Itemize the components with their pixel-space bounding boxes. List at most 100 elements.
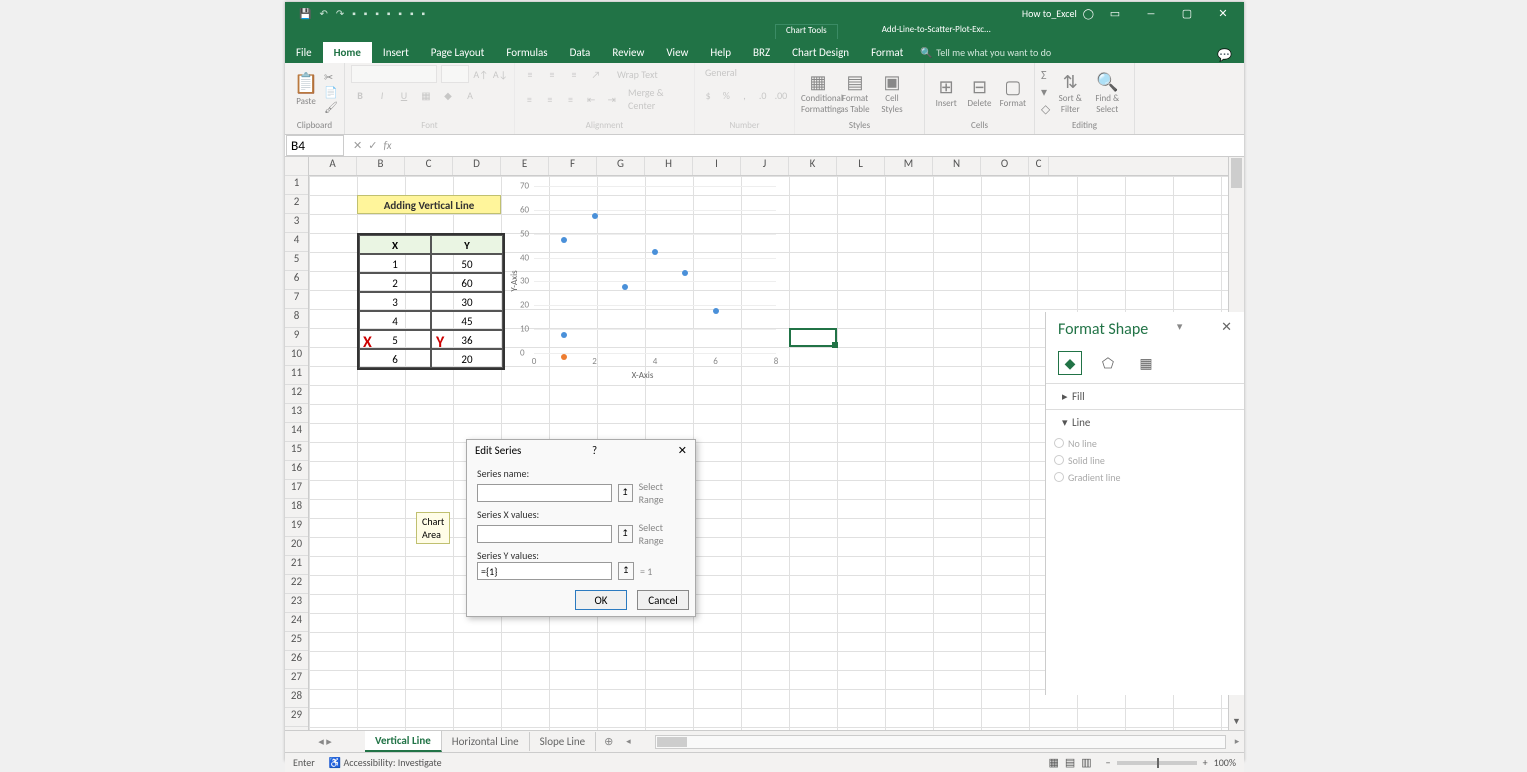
series-x-range-icon[interactable]: ↥	[618, 525, 633, 543]
tab-review[interactable]: Review	[601, 42, 655, 63]
data-point[interactable]	[622, 284, 628, 290]
indent-dec-icon[interactable]: ⇤	[583, 90, 600, 108]
scroll-down-icon[interactable]: ▼	[1229, 716, 1244, 730]
row-header[interactable]: 9	[285, 328, 308, 347]
row-header[interactable]: 25	[285, 632, 308, 651]
font-name-combo[interactable]	[351, 65, 437, 83]
row-header[interactable]: 6	[285, 271, 308, 290]
user-avatar-icon[interactable]: ◯	[1083, 7, 1094, 20]
row-header[interactable]: 20	[285, 537, 308, 556]
number-format-combo[interactable]: General	[701, 65, 788, 83]
series-y-input[interactable]	[477, 562, 612, 580]
align-center-icon[interactable]: ≡	[542, 90, 559, 108]
italic-icon[interactable]: I	[373, 86, 391, 104]
border-icon[interactable]: ▦	[417, 86, 435, 104]
series-name-range-icon[interactable]: ↥	[618, 484, 633, 502]
increase-font-icon[interactable]: A↑	[473, 65, 488, 83]
bold-icon[interactable]: B	[351, 86, 369, 104]
tab-formulas[interactable]: Formulas	[495, 42, 558, 63]
table-cell[interactable]: 3	[359, 292, 431, 311]
tab-home[interactable]: Home	[323, 42, 372, 63]
size-props-tab-icon[interactable]: ▦	[1134, 351, 1158, 375]
row-header[interactable]: 27	[285, 670, 308, 689]
row-header[interactable]: 21	[285, 556, 308, 575]
fill-icon[interactable]: ▾	[1041, 85, 1050, 100]
new-sheet-icon[interactable]: ⊕	[596, 732, 621, 751]
row-header[interactable]: 11	[285, 366, 308, 385]
row-header[interactable]: 2	[285, 195, 308, 214]
data-point[interactable]	[682, 270, 688, 276]
plot-area[interactable]	[534, 186, 776, 353]
radio-solid-line[interactable]: Solid line	[1046, 452, 1244, 469]
qat-icon[interactable]: ▪	[375, 7, 379, 20]
tab-data[interactable]: Data	[559, 42, 602, 63]
data-point[interactable]	[713, 308, 719, 314]
qat-icon[interactable]: ▪	[410, 7, 414, 20]
fill-section[interactable]: ▸Fill	[1046, 383, 1244, 409]
scroll-thumb[interactable]	[1231, 158, 1242, 188]
row-header[interactable]: 29	[285, 708, 308, 727]
underline-icon[interactable]: U	[395, 86, 413, 104]
scatter-chart[interactable]: Y-Axis X-Axis 01020304050607002468	[504, 181, 781, 381]
cancel-button[interactable]: Cancel	[637, 590, 689, 610]
row-header[interactable]: 24	[285, 613, 308, 632]
row-header[interactable]: 5	[285, 252, 308, 271]
row-header[interactable]: 8	[285, 309, 308, 328]
fill-color-icon[interactable]: ◆	[439, 86, 457, 104]
row-header[interactable]: 18	[285, 499, 308, 518]
tell-me-search[interactable]: Tell me what you want to do	[914, 42, 1062, 63]
tab-format[interactable]: Format	[860, 42, 914, 63]
ok-button[interactable]: OK	[575, 590, 627, 610]
dialog-help-icon[interactable]: ?	[592, 444, 597, 457]
formula-bar[interactable]	[398, 137, 1244, 155]
row-header[interactable]: 14	[285, 423, 308, 442]
row-header[interactable]: 1	[285, 176, 308, 195]
row-header[interactable]: 13	[285, 404, 308, 423]
radio-gradient-line[interactable]: Gradient line	[1046, 469, 1244, 486]
row-header[interactable]: 17	[285, 480, 308, 499]
line-section[interactable]: ▾Line	[1046, 409, 1244, 435]
row-header[interactable]: 19	[285, 518, 308, 537]
orientation-icon[interactable]: ↗	[587, 65, 605, 83]
dialog-close-icon[interactable]: ✕	[678, 444, 687, 457]
inc-decimal-icon[interactable]: .0	[756, 86, 770, 104]
hscroll-thumb[interactable]	[657, 737, 687, 747]
table-header-y[interactable]: Y	[431, 235, 503, 254]
fill-handle[interactable]	[832, 342, 838, 348]
cell-styles-button[interactable]: ▣Cell Styles	[875, 71, 909, 115]
table-cell[interactable]: 30	[431, 292, 503, 311]
comments-icon[interactable]: 💬	[1217, 48, 1244, 63]
qat-icon[interactable]: ▪	[422, 7, 426, 20]
dec-decimal-icon[interactable]: .00	[774, 86, 788, 104]
autosum-icon[interactable]: Σ	[1041, 69, 1050, 83]
table-cell[interactable]: 4	[359, 311, 431, 330]
font-size-combo[interactable]	[441, 65, 469, 83]
row-header[interactable]: 15	[285, 442, 308, 461]
paste-button[interactable]: Paste	[291, 71, 321, 115]
sheet-tab-vertical-line[interactable]: Vertical Line	[365, 731, 442, 752]
currency-icon[interactable]: $	[701, 86, 715, 104]
format-as-table-button[interactable]: ▤Format as Table	[838, 71, 872, 115]
row-header[interactable]: 22	[285, 575, 308, 594]
indent-inc-icon[interactable]: ⇥	[603, 90, 620, 108]
close-icon[interactable]: ✕	[1208, 7, 1238, 20]
row-header[interactable]: 3	[285, 214, 308, 233]
delete-cells-button[interactable]: ⊟Delete	[964, 76, 994, 109]
row-header[interactable]: 4	[285, 233, 308, 252]
fx-icon[interactable]: fx	[383, 139, 391, 152]
sheet-title-cell[interactable]: Adding Vertical Line	[357, 195, 501, 214]
font-color-icon[interactable]: A	[461, 86, 479, 104]
merge-center-button[interactable]: Merge & Center	[628, 86, 688, 112]
row-header[interactable]: 7	[285, 290, 308, 309]
horizontal-scrollbar[interactable]	[655, 735, 1226, 749]
sort-filter-button[interactable]: ⇅Sort & Filter	[1053, 71, 1087, 115]
ribbon-options-icon[interactable]: ▭	[1100, 7, 1130, 20]
table-cell[interactable]: 2	[359, 273, 431, 292]
pane-close-icon[interactable]: ✕	[1221, 320, 1232, 339]
sheet-tab-horizontal-line[interactable]: Horizontal Line	[442, 732, 530, 751]
qat-icon[interactable]: ▪	[364, 7, 368, 20]
tab-brz[interactable]: BRZ	[742, 42, 781, 63]
name-box[interactable]	[286, 135, 344, 156]
undo-icon[interactable]: ↶	[319, 7, 327, 20]
pane-options-icon[interactable]: ▾	[1177, 320, 1183, 339]
